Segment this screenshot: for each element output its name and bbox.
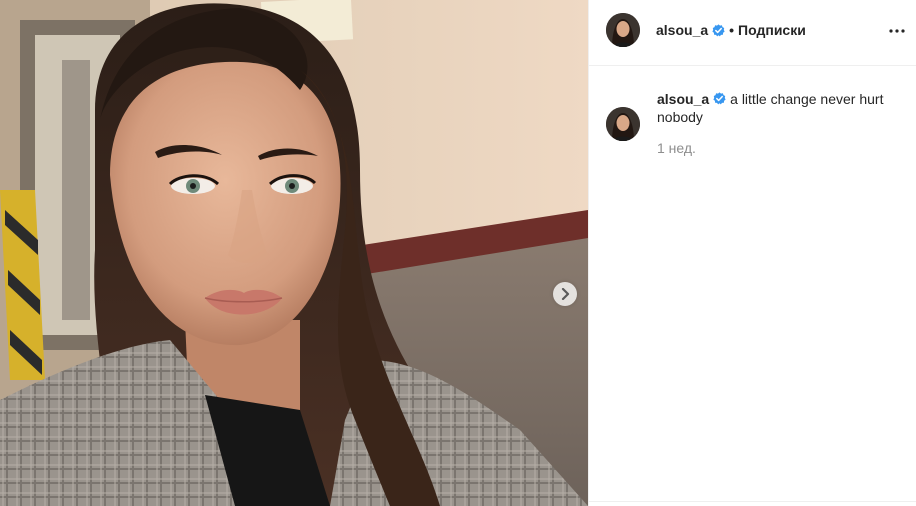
post-side-panel: alsou_a • Подписки alsou_a a little chan… [588,0,916,506]
following-button[interactable]: Подписки [738,22,806,38]
post-photo[interactable] [0,0,588,506]
post-timestamp[interactable]: 1 нед. [657,140,696,156]
instagram-post: alsou_a • Подписки alsou_a a little chan… [0,0,916,506]
separator-dot: • [729,22,735,38]
avatar-image [606,13,640,47]
caption-username[interactable]: alsou_a [657,91,709,107]
author-username[interactable]: alsou_a [656,22,708,38]
more-horizontal-icon [889,29,905,33]
author-avatar[interactable] [606,13,640,47]
verified-badge-icon [713,92,726,105]
panel-divider [589,501,916,502]
avatar-image [606,107,640,141]
caption-text-block: alsou_a a little change never hurt nobod… [657,90,907,126]
caption-avatar[interactable] [606,107,640,141]
selfie-photo [0,0,588,506]
next-photo-button[interactable] [553,282,577,306]
more-options-button[interactable] [888,22,906,40]
post-header: alsou_a • Подписки [589,0,916,66]
verified-badge-icon [712,23,725,36]
author-line: alsou_a • Подписки [656,22,806,38]
chevron-right-icon [561,288,570,300]
